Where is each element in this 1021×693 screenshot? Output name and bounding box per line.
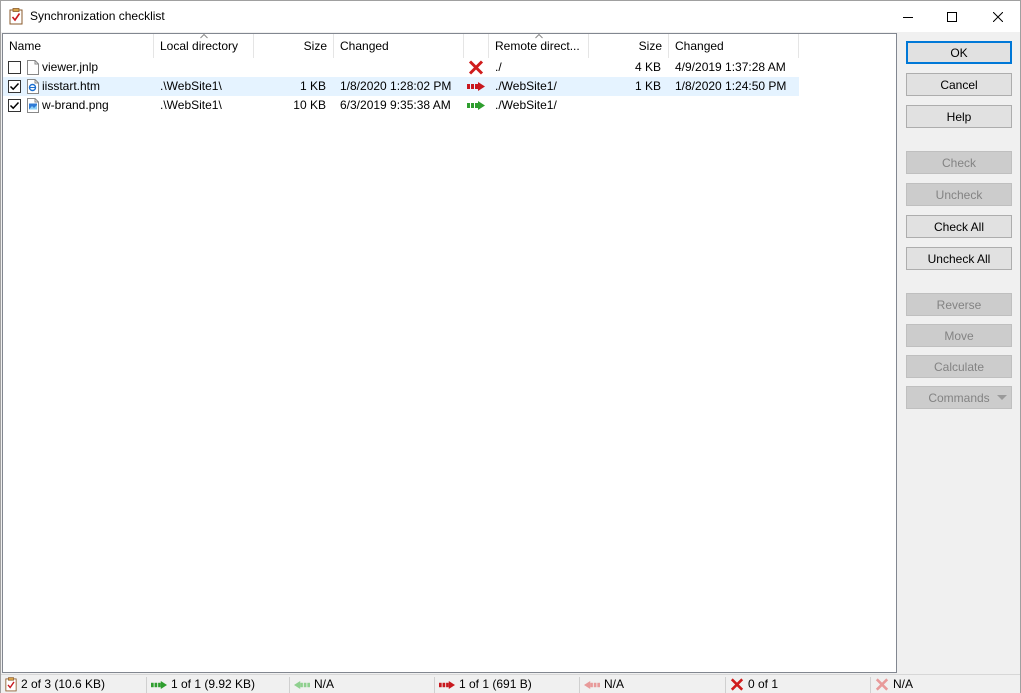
row-checkbox[interactable] — [8, 80, 21, 93]
file-name: w-brand.png — [42, 98, 109, 112]
close-icon — [993, 11, 1003, 22]
file-name: viewer.jnlp — [42, 60, 99, 74]
uncheck-all-button[interactable]: Uncheck All — [906, 247, 1012, 270]
column-header-local-directory[interactable]: Local directory — [154, 34, 254, 58]
local-directory — [160, 58, 252, 77]
local-size — [254, 58, 326, 77]
local-directory: .\WebSite1\ — [160, 79, 222, 93]
upload-replace-icon — [467, 82, 485, 91]
check-all-button[interactable]: Check All — [906, 215, 1012, 238]
delete-icon — [468, 60, 484, 75]
row-checkbox[interactable] — [8, 61, 21, 74]
delete-icon — [875, 678, 889, 691]
image-file-icon — [27, 98, 39, 113]
status-bar: 2 of 3 (10.6 KB) 1 of 1 (9.92 KB) N/A 1 … — [1, 674, 1020, 693]
local-size: 10 KB — [293, 98, 326, 112]
chevron-down-icon — [997, 395, 1007, 400]
sync-file-list[interactable]: Name Local directory Size Changed Remote… — [2, 33, 897, 673]
checklist-icon — [9, 8, 23, 25]
column-header-local-changed[interactable]: Changed — [334, 34, 464, 58]
checklist-icon — [5, 677, 17, 692]
remote-directory: ./WebSite1/ — [495, 98, 557, 112]
local-changed — [340, 58, 462, 77]
file-name: iisstart.htm — [42, 79, 101, 93]
remote-size: 4 KB — [634, 60, 661, 74]
commands-label: Commands — [928, 390, 990, 405]
commands-button[interactable]: Commands — [906, 386, 1012, 409]
checkmark-icon — [9, 101, 20, 110]
row-checkbox[interactable] — [8, 99, 21, 112]
local-directory: .\WebSite1\ — [160, 98, 222, 112]
download-new-icon — [294, 680, 310, 689]
minimize-button[interactable] — [885, 1, 931, 32]
maximize-icon — [947, 11, 957, 22]
file-icon — [27, 60, 39, 75]
status-delete-remote: 0 of 1 — [726, 675, 870, 693]
upload-replace-icon — [439, 680, 455, 689]
column-header-remote-directory[interactable]: Remote direct... — [489, 34, 589, 58]
column-header-remote-size[interactable]: Size — [589, 34, 669, 58]
sort-ascending-icon — [534, 34, 543, 39]
list-header: Name Local directory Size Changed Remote… — [3, 34, 896, 58]
remote-changed: 1/8/2020 1:24:50 PM — [675, 79, 787, 93]
help-button[interactable]: Help — [906, 105, 1012, 128]
column-header-local-size[interactable]: Size — [254, 34, 334, 58]
local-changed: 1/8/2020 1:28:02 PM — [340, 79, 452, 93]
table-row[interactable]: iisstart.htm .\WebSite1\ 1 KB 1/8/2020 1… — [3, 77, 799, 96]
reverse-button[interactable]: Reverse — [906, 293, 1012, 316]
status-download-replace: N/A — [580, 675, 725, 693]
status-upload-new: 1 of 1 (9.92 KB) — [147, 675, 289, 693]
maximize-button[interactable] — [929, 1, 975, 32]
uncheck-button[interactable]: Uncheck — [906, 183, 1012, 206]
ok-button[interactable]: OK — [906, 41, 1012, 64]
upload-new-icon — [151, 680, 167, 689]
column-header-name[interactable]: Name — [3, 34, 154, 58]
table-row[interactable]: w-brand.png .\WebSite1\ 10 KB 6/3/2019 9… — [3, 96, 799, 115]
status-upload-replace: 1 of 1 (691 B) — [435, 675, 579, 693]
status-selected: 2 of 3 (10.6 KB) — [1, 675, 146, 693]
close-button[interactable] — [975, 1, 1021, 32]
table-row[interactable]: viewer.jnlp ./ 4 KB 4/9/2019 1:37:28 AM — [3, 58, 799, 77]
status-download-new: N/A — [290, 675, 434, 693]
status-delete-local: N/A — [871, 675, 1019, 693]
minimize-icon — [903, 16, 913, 18]
remote-directory: ./WebSite1/ — [495, 79, 557, 93]
remote-size: 1 KB — [634, 79, 661, 93]
column-header-remote-changed[interactable]: Changed — [669, 34, 799, 58]
local-size: 1 KB — [299, 79, 326, 93]
cancel-button[interactable]: Cancel — [906, 73, 1012, 96]
check-button[interactable]: Check — [906, 151, 1012, 174]
move-button[interactable]: Move — [906, 324, 1012, 347]
html-file-icon — [27, 79, 39, 94]
remote-size — [589, 96, 661, 115]
sync-checklist-window: Synchronization checklist Name Local dir… — [0, 0, 1021, 693]
local-changed: 6/3/2019 9:35:38 AM — [340, 98, 451, 112]
upload-new-icon — [467, 101, 485, 110]
download-replace-icon — [584, 680, 600, 689]
remote-changed: 4/9/2019 1:37:28 AM — [675, 60, 786, 74]
delete-icon — [730, 678, 744, 691]
window-title: Synchronization checklist — [30, 9, 165, 23]
title-bar: Synchronization checklist — [1, 1, 1020, 32]
calculate-button[interactable]: Calculate — [906, 355, 1012, 378]
checkmark-icon — [9, 82, 20, 91]
sort-ascending-icon — [199, 34, 208, 39]
column-header-action[interactable] — [464, 34, 489, 58]
remote-changed — [675, 96, 799, 115]
remote-directory: ./ — [495, 60, 502, 74]
